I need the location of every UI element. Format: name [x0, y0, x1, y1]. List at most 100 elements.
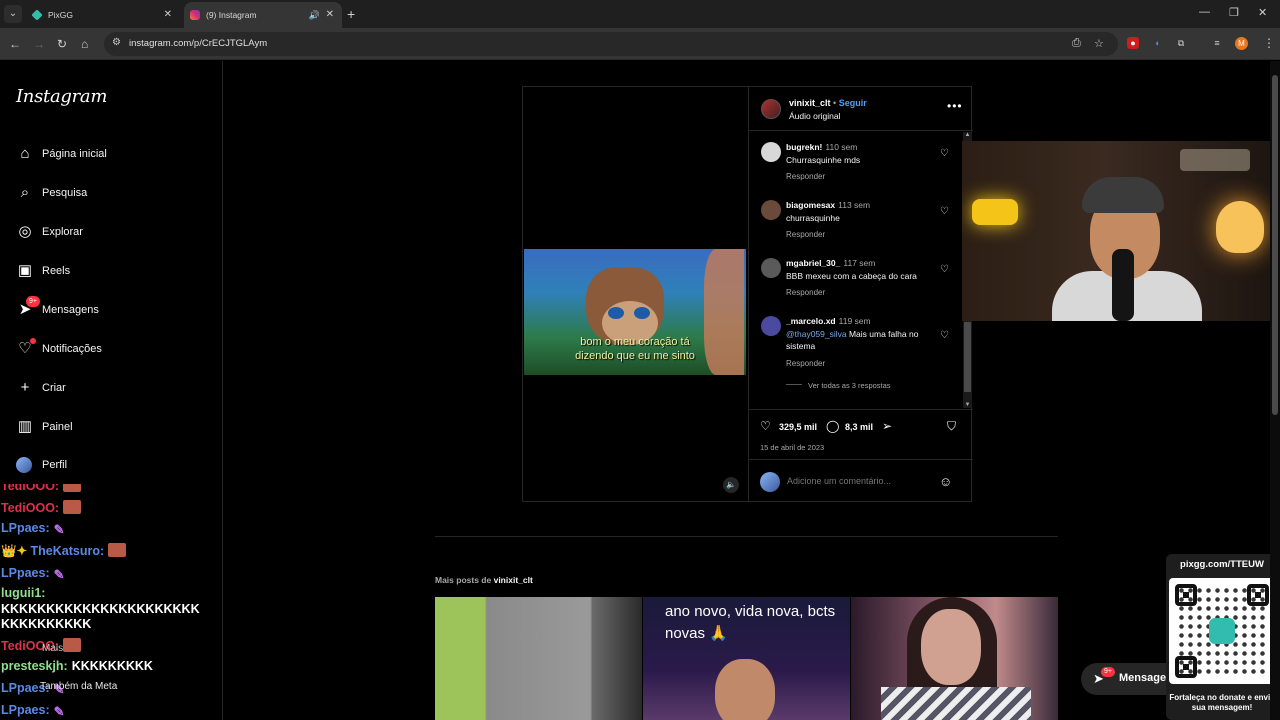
separator: •	[833, 98, 837, 108]
sidebar-item-reels[interactable]: ▣ Reels	[0, 254, 222, 290]
chat-username: LPpaes:	[1, 703, 50, 717]
sidebar-item-more[interactable]: Mais	[42, 643, 63, 654]
audio-label[interactable]: Áudio original	[789, 111, 841, 121]
like-comment-icon[interactable]: ♡	[940, 148, 949, 159]
comment-icon[interactable]: ◯	[826, 418, 839, 434]
media-control-icon[interactable]: ≡	[1211, 37, 1223, 49]
sidebar-item-search[interactable]: ⌕ Pesquisa	[0, 176, 222, 212]
reply-button[interactable]: Responder	[786, 288, 825, 297]
scroll-up-icon[interactable]: ▲	[963, 132, 972, 138]
emoji-icon[interactable]: ☺	[939, 474, 952, 489]
like-comment-icon[interactable]: ♡	[940, 264, 949, 275]
page-scrollbar[interactable]	[1270, 61, 1280, 720]
chat-message: KKKKKKKKK	[71, 659, 153, 673]
comment-text: Churrasquinhe mds	[786, 155, 861, 165]
chat-line: presteskjh: KKKKKKKKK	[1, 659, 153, 673]
comment-meta: mgabriel_30_ 117 sem	[786, 258, 875, 268]
restore-icon[interactable]: ❐	[1229, 6, 1239, 19]
mention-link[interactable]: @thay059_silva	[786, 329, 847, 339]
save-bookmark-icon[interactable]: ⛉	[947, 418, 956, 434]
follow-button[interactable]: Seguir	[839, 98, 867, 108]
reply-button[interactable]: Responder	[786, 172, 825, 181]
chat-line: KKKKKKKKKK	[1, 617, 92, 631]
forward-icon[interactable]: →	[33, 36, 45, 52]
scroll-thumb[interactable]	[964, 322, 971, 392]
comment-text: BBB mexeu com a cabeça do cara	[786, 271, 917, 281]
tab-pixgg[interactable]: PixGG ✕	[26, 2, 180, 28]
likes-count[interactable]: 329,5 mil	[779, 422, 817, 432]
commenter-avatar[interactable]	[761, 200, 781, 220]
close-tab-icon[interactable]: ✕	[164, 2, 172, 28]
window-close-icon[interactable]: ✕	[1258, 6, 1267, 19]
commenter-username[interactable]: bugrekn!	[786, 142, 822, 152]
streamer-webcam	[962, 141, 1280, 321]
reply-button[interactable]: Responder	[786, 359, 825, 368]
sidebar-item-home[interactable]: ⌂ Página inicial	[0, 137, 222, 173]
post-thumbnail[interactable]	[851, 597, 1058, 720]
author-avatar[interactable]	[761, 99, 781, 119]
person-face	[715, 659, 775, 720]
commenter-avatar[interactable]	[761, 258, 781, 278]
reload-icon[interactable]: ↻	[57, 36, 67, 52]
compass-icon: ◎	[18, 223, 32, 240]
commenter-avatar[interactable]	[761, 316, 781, 336]
share-icon[interactable]: ➢	[882, 418, 892, 434]
more-options-icon[interactable]: •••	[947, 99, 963, 113]
tab-instagram[interactable]: (9) Instagram 🔊 ✕	[184, 2, 342, 28]
sidebar-item-messages[interactable]: ➤ 9+ Mensagens	[0, 293, 222, 329]
qr-finder	[1175, 584, 1197, 606]
sidebar-item-explore[interactable]: ◎ Explorar	[0, 215, 222, 251]
sidebar-item-notifications[interactable]: ♡ Notificações	[0, 332, 222, 368]
more-posts-grid: ano novo, vida nova, bcts novas 🙏	[435, 597, 1058, 720]
browser-menu-icon[interactable]: ⋮	[1263, 36, 1275, 50]
speaker-icon[interactable]: 🔊	[309, 2, 320, 28]
like-comment-icon[interactable]: ♡	[940, 206, 949, 217]
sidebar-item-meta[interactable]: Também da Meta	[40, 681, 117, 692]
add-comment-bar: ☺	[749, 459, 973, 501]
more-posts-user[interactable]: vinixit_clt	[494, 575, 533, 585]
page-scroll-thumb[interactable]	[1272, 75, 1278, 415]
address-bar[interactable]: ⚙ instagram.com/p/CrECJTGLAym ⎙ ☆	[104, 32, 1118, 56]
extensions-puzzle-icon[interactable]: ⧉	[1175, 37, 1187, 49]
sidebar-item-dashboard[interactable]: ▥ Painel	[0, 410, 222, 446]
qr-finder	[1247, 584, 1269, 606]
comments-list: bugrekn! 110 sem Churrasquinhe mds Respon…	[749, 132, 973, 408]
post-thumbnail[interactable]	[435, 597, 642, 720]
back-icon[interactable]: ←	[9, 36, 21, 52]
author-username[interactable]: vinixit_clt	[789, 98, 831, 108]
chat-line: LPpaes: ✎	[1, 703, 72, 719]
commenter-username[interactable]: biagomesax	[786, 200, 835, 210]
instagram-favicon-icon	[190, 10, 200, 20]
audio-toggle-icon[interactable]: 🔈	[723, 477, 739, 493]
bookmark-star-icon[interactable]: ☆	[1094, 37, 1104, 50]
sidebar-item-profile[interactable]: Perfil	[0, 448, 222, 484]
comment-text: churrasquinhe	[786, 213, 840, 223]
commenter-username[interactable]: mgabriel_30_	[786, 258, 840, 268]
chat-line: 👑✦ TheKatsuro:	[1, 543, 127, 559]
reply-button[interactable]: Responder	[786, 230, 825, 239]
post-thumbnail[interactable]: ano novo, vida nova, bcts novas 🙏	[643, 597, 850, 720]
new-tab-button[interactable]: +	[347, 5, 355, 23]
commenter-avatar[interactable]	[761, 142, 781, 162]
avatar	[760, 472, 780, 492]
close-tab-icon[interactable]: ✕	[326, 2, 334, 28]
home-icon[interactable]: ⌂	[81, 36, 88, 52]
site-info-icon[interactable]: ⚙	[112, 37, 121, 48]
scroll-down-icon[interactable]: ▼	[963, 402, 972, 408]
minimize-icon[interactable]: —	[1199, 6, 1210, 18]
commenter-username[interactable]: _marcelo.xd	[786, 316, 836, 326]
like-icon[interactable]: ♡	[760, 418, 771, 434]
sidebar-item-create[interactable]: + Criar	[0, 371, 222, 407]
tab-search-icon[interactable]: ⌄	[4, 5, 22, 23]
extension-red-icon[interactable]: ●	[1127, 37, 1139, 49]
instagram-logo[interactable]: Instagram	[16, 86, 107, 107]
like-comment-icon[interactable]: ♡	[940, 330, 949, 341]
comment-input[interactable]	[787, 476, 937, 486]
url-text[interactable]: instagram.com/p/CrECJTGLAym	[129, 38, 267, 49]
install-app-icon[interactable]: ⎙	[1072, 37, 1081, 50]
extension-audio-icon[interactable]: ◖	[1151, 37, 1163, 49]
view-replies-button[interactable]: Ver todas as 3 respostas	[786, 381, 891, 390]
reel-video[interactable]: bom o meu coração tá dizendo que eu me s…	[523, 87, 748, 501]
profile-avatar[interactable]: M	[1235, 37, 1248, 50]
comments-count: 8,3 mil	[845, 422, 874, 432]
